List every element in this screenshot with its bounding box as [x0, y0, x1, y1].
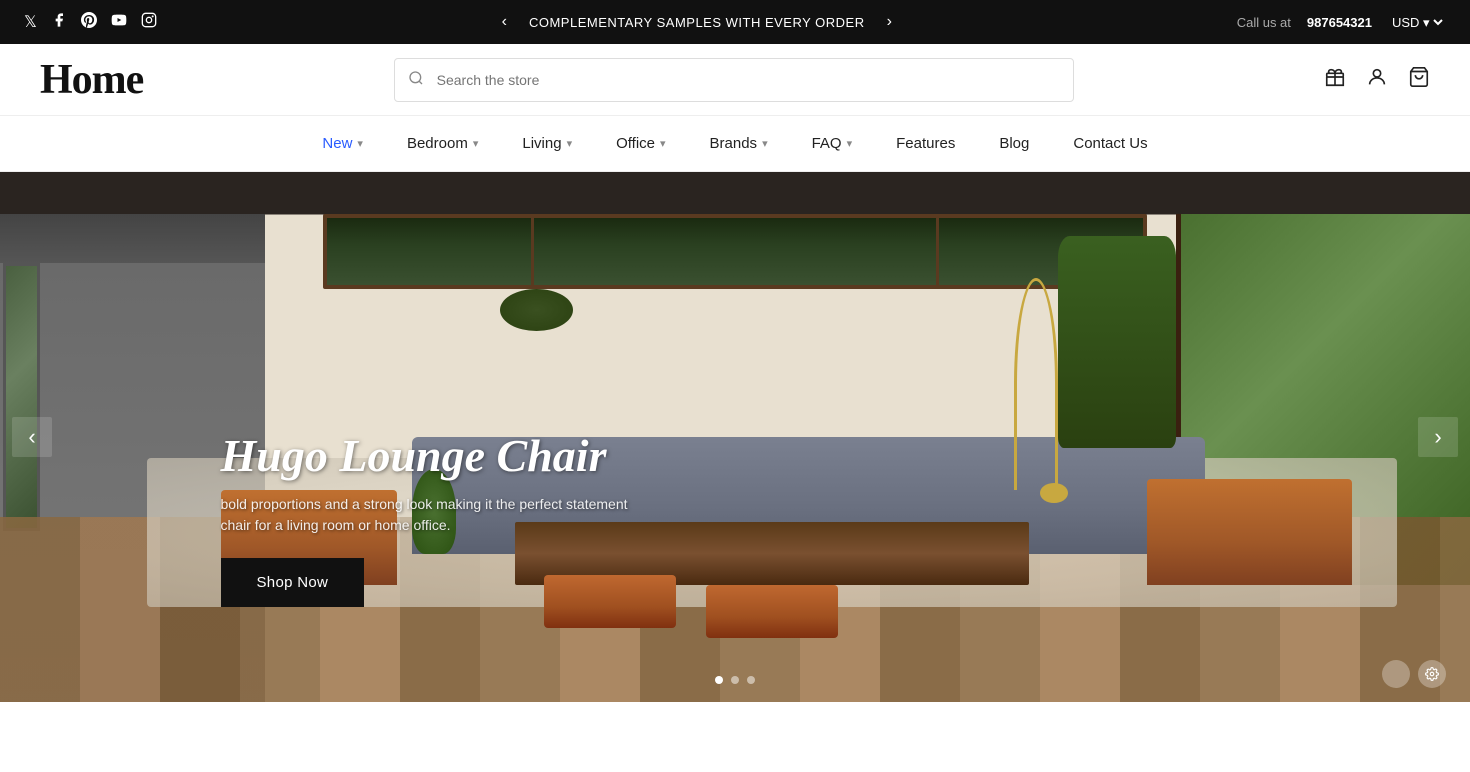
call-label: Call us at: [1237, 15, 1291, 30]
nav-item-blog[interactable]: Blog: [977, 116, 1051, 172]
cart-icon[interactable]: [1408, 66, 1430, 94]
site-logo[interactable]: Home: [40, 56, 143, 104]
settings-icon[interactable]: [1418, 660, 1446, 688]
instagram-icon[interactable]: [141, 12, 157, 33]
user-icon[interactable]: [1366, 66, 1388, 94]
currency-selector[interactable]: USD ▾ EUR ▾ GBP ▾: [1388, 14, 1446, 31]
nav-item-living[interactable]: Living ▾: [500, 116, 594, 172]
chevron-down-icon: ▾: [660, 137, 666, 150]
gift-icon[interactable]: [1324, 66, 1346, 94]
hero-settings: [1382, 660, 1446, 688]
promo-prev-button[interactable]: ‹: [498, 13, 511, 31]
search-icon: [408, 70, 424, 90]
door-window: [3, 263, 40, 531]
hero-dot-1[interactable]: [715, 676, 723, 684]
chevron-down-icon: ▾: [762, 137, 768, 150]
hero-content: Hugo Lounge Chair bold proportions and a…: [221, 431, 641, 607]
promo-next-button[interactable]: ›: [883, 13, 896, 31]
main-nav: New ▾ Bedroom ▾ Living ▾ Office ▾ Brands…: [0, 116, 1470, 172]
hero-prev-button[interactable]: ‹: [12, 417, 52, 457]
hero-section: Hugo Lounge Chair bold proportions and a…: [0, 172, 1470, 702]
site-header: Home: [0, 44, 1470, 116]
plant-right: [1058, 236, 1176, 448]
ottoman-right: [706, 585, 838, 638]
search-input[interactable]: [394, 58, 1074, 102]
promo-text: COMPLEMENTARY SAMPLES WITH EVERY ORDER: [529, 15, 865, 30]
wall-plant: [500, 289, 574, 331]
x-icon[interactable]: 𝕏: [24, 12, 37, 32]
chevron-down-icon: ▾: [567, 137, 573, 150]
facebook-icon[interactable]: [51, 12, 67, 33]
nav-item-contact[interactable]: Contact Us: [1051, 116, 1169, 172]
hero-dot-3[interactable]: [747, 676, 755, 684]
header-icons: [1324, 66, 1430, 94]
hero-description: bold proportions and a strong look makin…: [221, 494, 641, 536]
nav-item-faq[interactable]: FAQ ▾: [790, 116, 875, 172]
chair-right: [1147, 479, 1353, 585]
search-container: [394, 58, 1074, 102]
chevron-down-icon: ▾: [473, 137, 479, 150]
nav-item-features[interactable]: Features: [874, 116, 977, 172]
social-links: 𝕏: [24, 12, 157, 33]
hero-dots: [715, 676, 755, 684]
top-bar: 𝕏 ‹ COMPLEMENTARY SAMPLES WITH EVERY ORD…: [0, 0, 1470, 44]
settings-circle-empty[interactable]: [1382, 660, 1410, 688]
shop-now-button[interactable]: Shop Now: [221, 558, 365, 607]
phone-number: 987654321: [1307, 15, 1372, 30]
promo-banner: ‹ COMPLEMENTARY SAMPLES WITH EVERY ORDER…: [498, 13, 896, 31]
hero-next-button[interactable]: ›: [1418, 417, 1458, 457]
hero-dot-2[interactable]: [731, 676, 739, 684]
pinterest-icon[interactable]: [81, 12, 97, 33]
chevron-down-icon: ▾: [357, 137, 363, 150]
chevron-down-icon: ▾: [847, 137, 853, 150]
hero-title: Hugo Lounge Chair: [221, 431, 641, 482]
nav-item-brands[interactable]: Brands ▾: [688, 116, 790, 172]
floor-lamp: [1014, 278, 1058, 543]
nav-item-office[interactable]: Office ▾: [594, 116, 687, 172]
nav-item-bedroom[interactable]: Bedroom ▾: [385, 116, 500, 172]
top-bar-right: Call us at 987654321 USD ▾ EUR ▾ GBP ▾: [1237, 14, 1446, 31]
youtube-icon[interactable]: [111, 12, 127, 33]
nav-item-new[interactable]: New ▾: [300, 116, 385, 172]
